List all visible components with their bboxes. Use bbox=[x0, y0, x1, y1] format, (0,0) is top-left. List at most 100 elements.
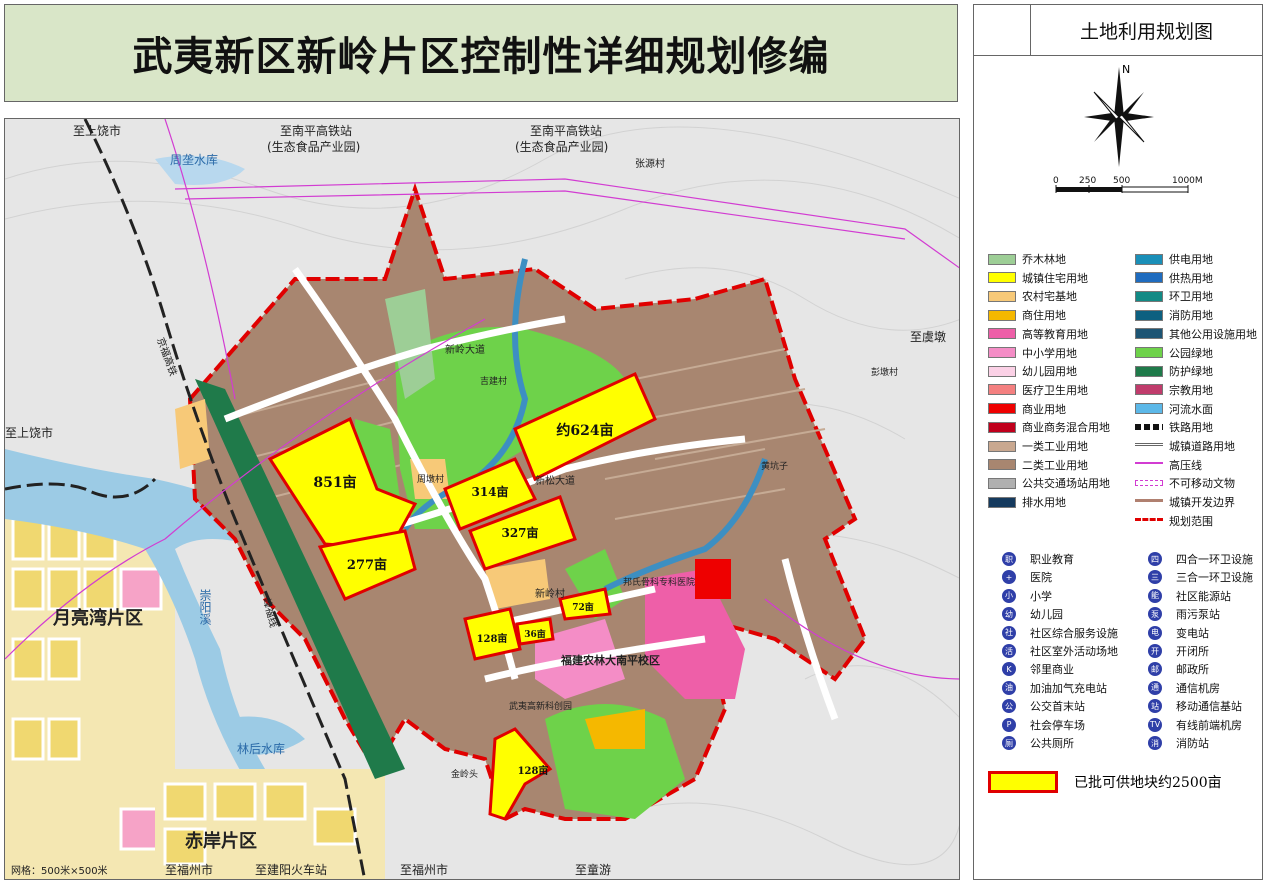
landuse-legend-item: 消防用地 bbox=[1135, 307, 1213, 323]
landuse-legend-item: 供热用地 bbox=[1135, 270, 1213, 286]
facility-icon: 厕 bbox=[1002, 736, 1016, 750]
label-to-jianyang: 至建阳火车站 bbox=[255, 862, 327, 877]
landuse-legend-item: 不可移动文物 bbox=[1135, 475, 1235, 491]
legend-swatch bbox=[1135, 443, 1163, 449]
legend-swatch bbox=[988, 477, 1016, 489]
legend-label: 有线前端机房 bbox=[1176, 718, 1242, 732]
legend-swatch bbox=[1135, 272, 1163, 284]
label-chian: 赤岸片区 bbox=[185, 830, 257, 852]
landuse-legend-item: 幼儿园用地 bbox=[988, 363, 1077, 379]
legend-label: 幼儿园 bbox=[1030, 608, 1063, 622]
label-gujian: 吉建村 bbox=[480, 375, 507, 387]
facility-legend-item: 三三合一环卫设施 bbox=[1148, 569, 1253, 585]
landuse-legend-item: 城镇开发边界 bbox=[1135, 494, 1235, 510]
legend-label: 通信机房 bbox=[1176, 681, 1220, 695]
landuse-legend-item: 二类工业用地 bbox=[988, 457, 1088, 473]
label-hospital: 邦氏骨科专科医院 bbox=[623, 576, 695, 588]
legend-swatch bbox=[1135, 384, 1163, 396]
label-xinsong-road: 新松大道 bbox=[535, 474, 575, 487]
label-pengdun: 彭墩村 bbox=[871, 366, 898, 378]
panel-title: 土地利用规划图 bbox=[1079, 20, 1213, 43]
facility-icon: 通 bbox=[1148, 680, 1162, 695]
label-eco-park-1: (生态食品产业园) bbox=[267, 139, 360, 154]
legend-swatch bbox=[988, 347, 1016, 358]
landuse-legend-item: 商住用地 bbox=[988, 307, 1066, 323]
legend-label: 河流水面 bbox=[1169, 402, 1213, 416]
legend-swatch bbox=[1135, 347, 1163, 358]
facility-icon: 活 bbox=[1002, 644, 1016, 658]
parcel-label-36: 36亩 bbox=[524, 628, 546, 640]
parcel-label-277: 277亩 bbox=[347, 557, 387, 573]
facility-icon: 开 bbox=[1148, 644, 1162, 658]
facility-icon: 站 bbox=[1148, 699, 1162, 714]
legend-swatch bbox=[1135, 290, 1163, 302]
legend-label: 消防用地 bbox=[1169, 309, 1213, 323]
legend-label: 加油加气充电站 bbox=[1030, 681, 1107, 695]
landuse-legend-item: 商业商务混合用地 bbox=[988, 419, 1110, 435]
panel-header-blank bbox=[974, 5, 1031, 55]
legend-swatch bbox=[1135, 517, 1163, 524]
facility-legend-item: 社社区综合服务设施 bbox=[1002, 625, 1118, 641]
facility-icon: 能 bbox=[1148, 588, 1162, 603]
landuse-legend-item: 农村宅基地 bbox=[988, 288, 1077, 304]
facility-icon: 消 bbox=[1148, 736, 1162, 750]
label-zhoukui: 周垄水库 bbox=[170, 152, 218, 167]
label-to-nanping-1: 至南平高铁站 bbox=[280, 123, 352, 138]
legend-swatch bbox=[988, 459, 1016, 471]
title-bar: 武夷新区新岭片区控制性详细规划修编 bbox=[4, 4, 958, 102]
scale-500: 500 bbox=[1113, 176, 1130, 186]
legend-label: 医疗卫生用地 bbox=[1022, 383, 1088, 397]
landuse-legend-item: 公园绿地 bbox=[1135, 345, 1213, 361]
facility-legend-item: 小小学 bbox=[1002, 588, 1052, 604]
legend-label: 公园绿地 bbox=[1169, 346, 1213, 360]
facility-icon: 三 bbox=[1148, 570, 1162, 585]
landuse-legend-item: 一类工业用地 bbox=[988, 438, 1088, 454]
scale-bar bbox=[1055, 185, 1189, 193]
legend-swatch bbox=[988, 272, 1016, 284]
label-to-fuzhou-2: 至福州市 bbox=[400, 862, 448, 877]
legend-label: 高等教育用地 bbox=[1022, 327, 1088, 341]
legend-panel: 土地利用规划图 N 0 250 500 1000M 乔木林地 城镇住宅用地 农村… bbox=[973, 4, 1263, 880]
legend-label: 社区能源站 bbox=[1176, 589, 1231, 603]
facility-legend-item: P 社会停车场 bbox=[1002, 717, 1085, 733]
facility-legend-item: 开 开闭所 bbox=[1148, 643, 1209, 659]
facility-icon: 四 bbox=[1148, 552, 1162, 566]
facility-icon: 邮 bbox=[1148, 662, 1162, 677]
facility-icon: 小 bbox=[1002, 588, 1016, 603]
legend-label: 社会停车场 bbox=[1030, 718, 1085, 732]
scale-1000: 1000M bbox=[1172, 176, 1203, 186]
legend-label: 幼儿园用地 bbox=[1022, 365, 1077, 379]
approved-swatch bbox=[988, 771, 1058, 793]
landuse-legend-item: 中小学用地 bbox=[988, 345, 1077, 361]
facility-icon: 社 bbox=[1002, 625, 1016, 640]
facility-icon: 泵 bbox=[1148, 607, 1162, 622]
label-to-shangrao-top: 至上饶市 bbox=[73, 123, 121, 138]
parcel-label-314: 314亩 bbox=[471, 484, 508, 499]
legend-label: 移动通信基站 bbox=[1176, 700, 1242, 714]
landuse-legend-item: 规划范围 bbox=[1135, 513, 1213, 529]
label-eco-park-2: (生态食品产业园) bbox=[515, 139, 608, 154]
approved-label: 已批可供地块约2500亩 bbox=[1074, 775, 1222, 791]
facility-legend-item: + 医院 bbox=[1002, 569, 1052, 585]
map-view[interactable]: 851亩 277亩 314亩 327亩 约624亩 128亩 36亩 72亩 1… bbox=[4, 118, 960, 880]
label-yueliangwan: 月亮湾片区 bbox=[52, 607, 143, 629]
landuse-legend-item: 公共交通场站用地 bbox=[988, 475, 1110, 491]
legend-swatch bbox=[1135, 309, 1163, 321]
legend-label: 城镇开发边界 bbox=[1169, 496, 1235, 510]
legend-label: 开闭所 bbox=[1176, 645, 1209, 658]
legend-label: 二类工业用地 bbox=[1022, 458, 1088, 472]
label-grid: 网格：500米×500米 bbox=[11, 864, 108, 877]
label-zhoudun: 周墩村 bbox=[417, 473, 444, 485]
label-to-nanping-2: 至南平高铁站 bbox=[530, 123, 602, 138]
facility-legend-item: 四 四合一环卫设施 bbox=[1148, 551, 1253, 567]
facility-legend-item: K 邻里商业 bbox=[1002, 661, 1074, 677]
legend-swatch bbox=[1135, 461, 1163, 468]
facility-legend-item: TV 有线前端机房 bbox=[1148, 717, 1242, 733]
landuse-legend-item: 高等教育用地 bbox=[988, 326, 1088, 342]
label-wuyi-tech: 武夷高新科创园 bbox=[509, 700, 572, 712]
facility-icon: 职 bbox=[1002, 552, 1016, 566]
legend-label: 防护绿地 bbox=[1169, 365, 1213, 379]
legend-label: 中小学用地 bbox=[1022, 346, 1077, 360]
legend-label: 乔木林地 bbox=[1022, 253, 1066, 266]
facility-legend-item: 厕 公共厕所 bbox=[1002, 735, 1074, 751]
